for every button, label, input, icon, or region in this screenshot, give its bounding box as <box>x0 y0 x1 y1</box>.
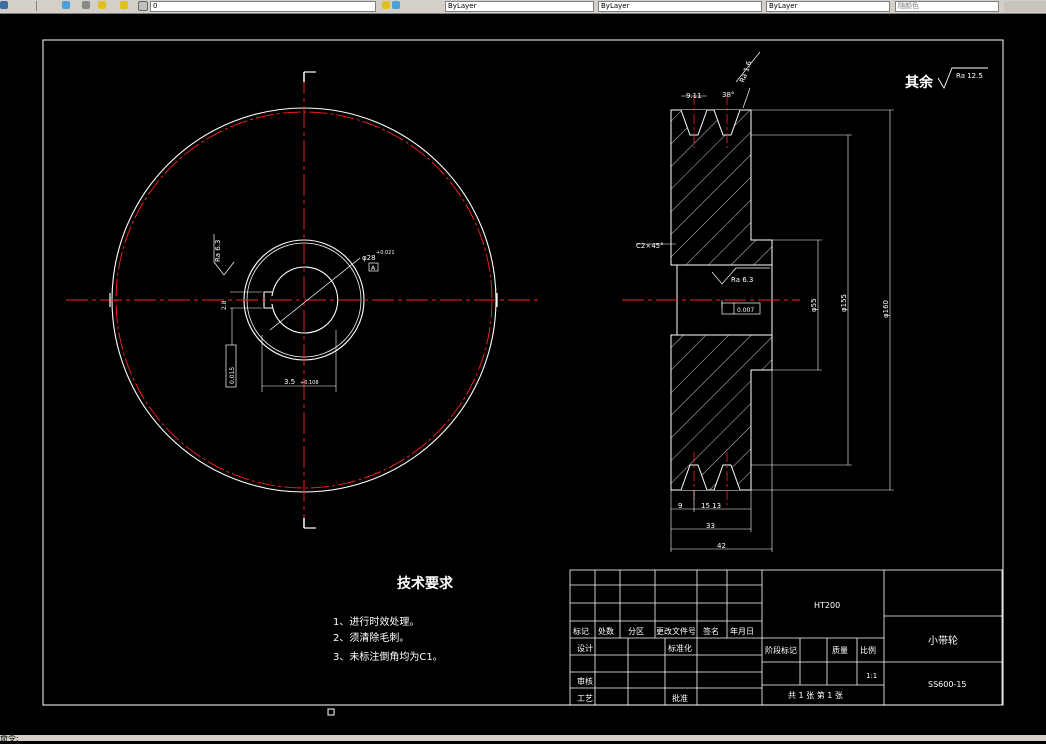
drawing-canvas[interactable]: φ28 +0.021 A 3.5 +0.108 2.8 0.015 Ra 6.3 <box>0 13 1046 735</box>
svg-text:共 1 张 第 1 张: 共 1 张 第 1 张 <box>788 690 843 700</box>
layer-state-icon[interactable] <box>82 1 90 9</box>
svg-text:φ160: φ160 <box>882 300 890 318</box>
make-current-icon[interactable] <box>382 1 390 9</box>
properties-toolbar: 0 ByLayer ByLayer ByLayer 随颜色 <box>0 0 1046 14</box>
svg-text:+0.108: +0.108 <box>300 380 319 386</box>
svg-text:C2×45°: C2×45° <box>636 242 664 250</box>
command-line[interactable]: 命令: <box>0 734 1046 743</box>
menu-icon[interactable] <box>0 1 8 9</box>
svg-text:0.015: 0.015 <box>229 367 236 384</box>
svg-text:9: 9 <box>678 502 682 510</box>
svg-text:38°: 38° <box>722 91 734 99</box>
svg-text:分区: 分区 <box>628 627 644 636</box>
svg-text:标准化: 标准化 <box>668 643 692 653</box>
section-view: 9.11 38° Ra 1.6 C2×45° Ra 6.3 0.007 φ55 … <box>622 51 894 552</box>
svg-text:批准: 批准 <box>672 693 688 703</box>
svg-text:更改文件号: 更改文件号 <box>656 626 696 636</box>
svg-text:Ra 6.3: Ra 6.3 <box>214 240 222 262</box>
svg-text:处数: 处数 <box>598 626 614 636</box>
keyway-width-text: 3.5 <box>284 378 295 386</box>
layer-select[interactable]: 0 <box>150 1 376 12</box>
svg-text:标记: 标记 <box>573 626 589 636</box>
tech-req-item-2: 2、须清除毛刺。 <box>333 631 409 644</box>
tech-req-item-3: 3、未标注倒角均为C1。 <box>333 650 443 663</box>
default-roughness-label: 其余 <box>905 74 934 91</box>
lineweight-select[interactable]: ByLayer <box>766 1 890 12</box>
svg-text:2.8: 2.8 <box>221 300 228 310</box>
svg-text:设计: 设计 <box>577 643 593 653</box>
svg-text:阶段标记: 阶段标记 <box>765 645 797 655</box>
svg-text:1:1: 1:1 <box>866 672 877 680</box>
layer-color-icon[interactable] <box>138 1 148 11</box>
command-prompt: 命令: <box>0 734 19 743</box>
svg-text:比例: 比例 <box>860 645 876 655</box>
drawing-svg: φ28 +0.021 A 3.5 +0.108 2.8 0.015 Ra 6.3 <box>42 39 1004 716</box>
svg-text:0.007: 0.007 <box>737 307 754 314</box>
layer-manager-icon[interactable] <box>62 1 70 9</box>
svg-text:15 13: 15 13 <box>701 502 721 510</box>
svg-text:+0.021: +0.021 <box>376 250 395 256</box>
layer-freeze-icon[interactable] <box>120 1 128 9</box>
default-roughness-value: Ra 12.5 <box>956 72 983 80</box>
linetype-select[interactable]: ByLayer <box>598 1 762 12</box>
svg-text:HT200: HT200 <box>814 601 840 610</box>
toolbar-separator <box>36 1 37 11</box>
svg-text:SS600-15: SS600-15 <box>928 680 967 689</box>
cursor-pickbox <box>327 708 335 716</box>
layer-on-icon[interactable] <box>98 1 106 9</box>
svg-text:φ55: φ55 <box>810 298 818 312</box>
tech-req-item-1: 1、进行时效处理。 <box>333 615 419 628</box>
front-view: φ28 +0.021 A 3.5 +0.108 2.8 0.015 Ra 6.3 <box>66 71 542 529</box>
svg-text:33: 33 <box>706 522 715 530</box>
layer-previous-icon[interactable] <box>392 1 400 9</box>
color-select[interactable]: ByLayer <box>445 1 594 12</box>
svg-text:φ155: φ155 <box>840 294 848 312</box>
svg-text:工艺: 工艺 <box>577 694 593 703</box>
svg-text:审核: 审核 <box>577 676 593 686</box>
svg-text:42: 42 <box>717 542 726 550</box>
tech-req-title: 技术要求 <box>397 575 454 592</box>
bore-dia-text: φ28 <box>362 254 376 262</box>
drawing-frame <box>42 39 1004 706</box>
plotstyle-select[interactable]: 随颜色 <box>895 1 999 12</box>
svg-text:签名: 签名 <box>703 626 719 636</box>
svg-text:质量: 质量 <box>832 645 848 655</box>
svg-text:9.11: 9.11 <box>686 92 702 100</box>
svg-text:小带轮: 小带轮 <box>928 634 958 647</box>
svg-text:Ra 6.3: Ra 6.3 <box>731 276 753 284</box>
toolbar-grip <box>1004 1 1046 12</box>
svg-text:年月日: 年月日 <box>730 626 754 636</box>
